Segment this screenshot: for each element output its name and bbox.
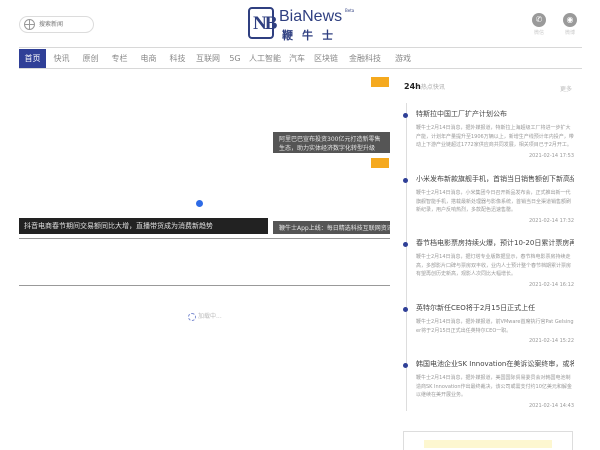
spinner-icon (188, 312, 196, 321)
logo-mark: NB (248, 7, 277, 39)
timeline-dot (403, 178, 408, 183)
timeline-dot (403, 363, 408, 368)
promo-banner-bottom[interactable]: 鞭牛士App上线：每日精选科技互联网资讯，快速掌握行业动态 (273, 221, 390, 234)
nav-item[interactable]: 区块链 (311, 49, 341, 68)
site-logo[interactable]: NB BiaNews Beta 鞭牛士 (248, 7, 358, 42)
logo-chinese-name: 鞭牛士 (282, 29, 342, 42)
nav-item[interactable]: 专栏 (106, 49, 133, 68)
news-body: 鞭牛士2月14日消息，据外媒报道，特斯拉上海超级工厂将进一步扩大产能，计划年产量… (416, 125, 574, 148)
news-item[interactable]: 小米发布新款旗舰手机，首销当日销售额创下新高纪录 鞭牛士2月14日消息，小米集团… (403, 175, 574, 224)
news-body: 鞭牛士2月14日消息，据外媒报道，美国国际贸易委员会对韩国电池制造商SK Inn… (416, 375, 572, 398)
news-body: 鞭牛士2月14日消息，据灯塔专业版数据显示，春节档电影票房持续走高，多部影片口碑… (416, 254, 572, 277)
logo-beta: Beta (345, 8, 355, 13)
news-item[interactable]: 英特尔新任CEO将于2月15日正式上任 鞭牛士2月14日消息，据外媒报道，前VM… (403, 304, 574, 344)
news-title[interactable]: 特斯拉中国工厂扩产计划公布 (416, 110, 574, 119)
weibo-icon[interactable]: ◉ (563, 13, 577, 27)
loading-indicator: 加载中... (188, 311, 222, 321)
nav-item[interactable]: 金融科技 (343, 49, 387, 68)
news-body: 鞭牛士2月14日消息，据外媒报道，前VMware首席执行官Pat Gelsing… (416, 319, 574, 334)
timeline-dot (403, 242, 408, 247)
orange-tag (371, 158, 389, 168)
loading-text: 加载中... (198, 313, 222, 320)
nav-item[interactable]: 5G (225, 49, 245, 68)
nav-item[interactable]: 汽车 (285, 49, 309, 68)
nav-item[interactable]: 原创 (77, 49, 104, 68)
wechat-icon[interactable]: ✆ (532, 13, 546, 27)
news-item[interactable]: 特斯拉中国工厂扩产计划公布 鞭牛士2月14日消息，据外媒报道，特斯拉上海超级工厂… (403, 110, 574, 159)
nav-item[interactable]: 游戏 (389, 49, 417, 68)
nav-item[interactable]: 快讯 (48, 49, 75, 68)
divider (19, 285, 390, 286)
news-item[interactable]: 春节档电影票房持续火爆，预计10-20日累计票房再创历史新高 鞭牛士2月14日消… (403, 239, 574, 288)
timeline-dot (403, 113, 408, 118)
nav-item-home[interactable]: 首页 (19, 49, 46, 68)
news-time: 2021-02-14 17:32 (528, 217, 574, 224)
search-input[interactable] (39, 19, 91, 30)
timeline-dot (403, 307, 408, 312)
news-time: 2021-02-14 17:53 (528, 152, 574, 159)
search-box[interactable] (19, 16, 94, 33)
promo-banner-top[interactable]: 阿里巴巴宣布投资300亿元打造新零售生态，助力实体经济数字化转型升级 (273, 132, 390, 153)
nav-item[interactable]: 电商 (135, 49, 162, 68)
more-link[interactable]: 更多 (560, 84, 572, 93)
news-item[interactable]: 韩国电池企业SK Innovation在美诉讼案终审，或将赔偿10亿美元 鞭牛士… (403, 360, 574, 409)
nav-item[interactable]: 互联网 (193, 49, 223, 68)
nav-item[interactable]: 科技 (164, 49, 191, 68)
news-time: 2021-02-14 15:22 (528, 338, 574, 344)
news-title[interactable]: 韩国电池企业SK Innovation在美诉讼案终审，或将赔偿10亿美元 (416, 360, 574, 369)
news-title[interactable]: 春节档电影票房持续火爆，预计10-20日累计票房再创历史新高 (416, 239, 574, 248)
carousel-indicator[interactable] (196, 200, 203, 207)
news-time: 2021-02-14 14:43 (528, 402, 574, 409)
news-title[interactable]: 英特尔新任CEO将于2月15日正式上任 (416, 304, 574, 313)
divider (19, 238, 390, 239)
globe-icon (24, 19, 35, 30)
sidebar-card-banner (424, 440, 552, 448)
logo-name: BiaNews (279, 8, 343, 25)
nav-item[interactable]: 人工智能 (247, 49, 283, 68)
news-body: 鞭牛士2月14日消息，小米集团今日召开新品发布会，正式推出新一代旗舰智能手机，搭… (416, 190, 572, 213)
weibo-label: 微博 (564, 30, 575, 36)
main-nav: 首页 快讯 原创 专栏 电商 科技 互联网 5G 人工智能 汽车 区块链 金融科… (19, 47, 582, 69)
orange-tag (371, 77, 389, 87)
news-title[interactable]: 小米发布新款旗舰手机，首销当日销售额创下新高纪录 (416, 175, 574, 184)
sidebar-card[interactable] (403, 431, 573, 450)
news-time: 2021-02-14 16:12 (528, 281, 574, 288)
headline-bar[interactable]: 抖音电商春节期间交易额同比大增，直播带货成为消费新趋势 (19, 218, 268, 234)
sidebar-title: 24h热点快讯 (404, 82, 445, 91)
wechat-label: 微信 (533, 30, 544, 36)
